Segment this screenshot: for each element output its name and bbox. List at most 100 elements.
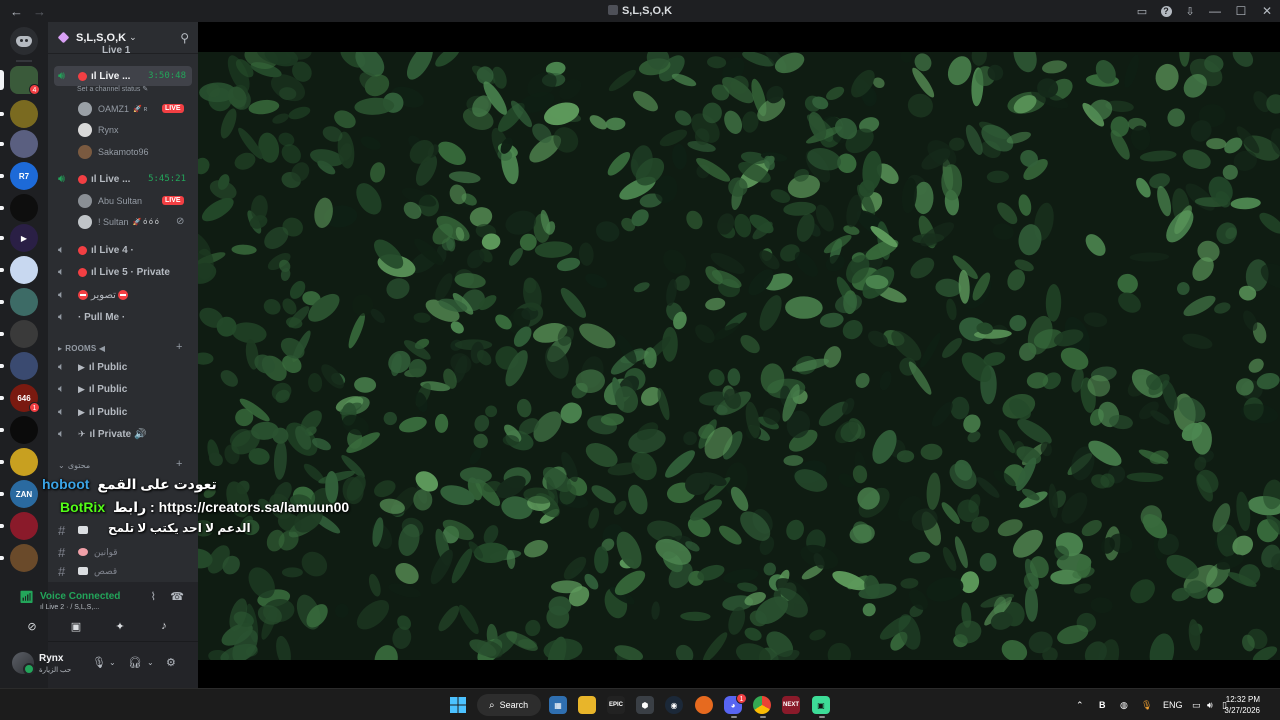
channel-name: ıl Private 🔊 (89, 428, 147, 440)
taskbar-search[interactable]: ⌕ Search (477, 694, 541, 716)
voice-channel-sub[interactable]: ıl Live 2 · / S,L,S,... (40, 604, 99, 611)
channel-name: ıl Public (88, 361, 128, 373)
volume-icon[interactable]: 🔊︎ (1207, 689, 1213, 720)
server-icon[interactable] (10, 130, 38, 158)
title-bar: ← → S,L,S,O,K ▭ ? ⇩ — ☐ ✕ (0, 0, 1280, 22)
windows-start-icon[interactable] (449, 696, 467, 714)
text-channel[interactable]: # (58, 521, 94, 539)
taskbar-clock[interactable]: 12:32 PM 3/27/2026 (1224, 694, 1260, 716)
channel-status[interactable]: Set a channel status ✎ (77, 85, 148, 93)
unread-indicator (0, 300, 4, 304)
channel-live3[interactable]: 🔊︎ ıl Live ... 5:45:21 (54, 169, 192, 189)
next-app-icon[interactable]: NEXT (782, 696, 800, 714)
play-icon: ▶ (78, 406, 85, 417)
settings-gear-icon[interactable]: ⚙ (166, 656, 176, 669)
voice-user[interactable]: ! Sultan 🚀 ó ó ó (78, 213, 159, 231)
server-icon[interactable] (10, 448, 38, 476)
server-icon[interactable] (10, 512, 38, 540)
server-icon[interactable] (10, 288, 38, 316)
voice-connected-label[interactable]: Voice Connected (40, 591, 120, 602)
stream-viewer[interactable] (198, 22, 1280, 688)
category-label: ROOMS ◀ (65, 343, 106, 353)
file-explorer-icon[interactable] (578, 696, 596, 714)
home-button[interactable] (10, 27, 38, 55)
voice-user[interactable]: Sakamoto96 (78, 143, 149, 161)
firefox-icon[interactable] (695, 696, 713, 714)
channel-live4[interactable]: 🔈︎ ıl Live 4 · (54, 240, 192, 260)
avatar[interactable] (12, 652, 35, 675)
server-icon[interactable] (10, 320, 38, 348)
channel-room[interactable]: 🔈︎ ▶ ıl Public (54, 357, 192, 377)
username[interactable]: Rynx (39, 653, 63, 664)
download-icon[interactable]: ⇩ (1178, 5, 1202, 18)
text-channel[interactable]: # قوانين (58, 543, 118, 561)
channel-room[interactable]: 🔈︎ ▶ ıl Public (54, 379, 192, 399)
camera-off-button[interactable]: ⊘ (18, 616, 46, 636)
server-icon[interactable] (10, 256, 38, 284)
server-notification-badge: 4 (29, 84, 40, 95)
disconnect-icon[interactable]: ☎ (170, 590, 184, 603)
tray-app-icon[interactable]: B (1099, 689, 1106, 720)
inbox-icon[interactable]: ▭ (1130, 5, 1154, 18)
chevron-down-icon[interactable]: ⌄ (147, 658, 154, 667)
maximize-button[interactable]: ☐ (1228, 4, 1254, 18)
user-status[interactable]: حب الزيارة (39, 666, 71, 674)
channel-live5[interactable]: 🔈︎ ıl Live 5 · Private (54, 262, 192, 282)
channel-photographer[interactable]: 🔈︎ تصوير (54, 285, 192, 305)
voice-user-name: Rynx (98, 125, 119, 135)
unread-indicator (0, 556, 4, 560)
channel-live1-partial[interactable]: Live 1 (54, 44, 192, 56)
activities-button[interactable]: ✦ (106, 616, 134, 636)
invite-icon[interactable]: ⚲ (180, 31, 189, 45)
tray-microphone-icon[interactable]: 🎙︎ (1141, 689, 1152, 720)
epic-games-icon[interactable]: EPIC (607, 696, 625, 714)
channel-name: قصص (94, 565, 118, 576)
user-panel: Rynx حب الزيارة 🎙︎ ⌄ 🎧︎ ⌄ ⚙ (12, 642, 198, 688)
server-icon[interactable]: ▶ (10, 224, 38, 252)
screen-share-button[interactable]: ▣ (62, 616, 90, 636)
channel-room-private[interactable]: 🔈︎ ✈ ıl Private 🔊 (54, 424, 192, 444)
forward-arrow-icon[interactable]: → (33, 4, 46, 19)
microphone-icon[interactable]: 🎙︎ (92, 656, 106, 669)
soundboard-button[interactable]: ♪ (150, 616, 178, 636)
channel-pullme[interactable]: 🔈︎ · Pull Me · (54, 307, 192, 327)
help-icon[interactable]: ? (1154, 5, 1178, 17)
android-app-icon[interactable]: ▣ (812, 696, 830, 714)
category-rooms[interactable]: ▸ ROOMS ◀ (58, 341, 105, 355)
server-icon[interactable] (10, 352, 38, 380)
noise-suppression-icon[interactable]: ⌇ (151, 590, 156, 603)
connection-signal-icon[interactable]: 📶︎ (19, 590, 34, 604)
voice-user[interactable]: Rynx (78, 121, 119, 139)
store-icon[interactable]: ▦ (549, 696, 567, 714)
server-icon[interactable] (10, 194, 38, 222)
display-icon[interactable]: ▭ (1192, 689, 1201, 720)
text-channel[interactable]: # قصص (58, 565, 117, 577)
server-icon[interactable]: R7 (10, 162, 38, 190)
avatar (78, 194, 92, 208)
minimize-button[interactable]: — (1202, 4, 1228, 18)
tray-network-app-icon[interactable]: ◍ (1120, 689, 1128, 720)
add-channel-icon[interactable]: + (176, 341, 182, 353)
add-channel-icon[interactable]: + (176, 458, 182, 470)
language-indicator[interactable]: ENG (1163, 689, 1183, 720)
chevron-down-icon[interactable]: ⌄ (109, 658, 116, 667)
voice-user[interactable]: OAMZ1 🚀 ʀ (78, 100, 147, 118)
server-icon[interactable] (10, 544, 38, 572)
steam-icon[interactable]: ◉ (665, 696, 683, 714)
headphones-icon[interactable]: 🎧︎ (128, 656, 142, 669)
category-content[interactable]: ⌄ محتوى (58, 458, 90, 472)
chrome-icon[interactable] (753, 696, 771, 714)
server-icon[interactable] (10, 100, 38, 128)
back-arrow-icon[interactable]: ← (10, 4, 23, 19)
voice-user[interactable]: Abu Sultan (78, 192, 142, 210)
close-button[interactable]: ✕ (1254, 4, 1280, 18)
server-icon[interactable]: ZAN (10, 480, 38, 508)
voice-user-tag: 🚀 ó ó ó (132, 219, 159, 226)
tray-overflow-icon[interactable]: ⌃ (1076, 689, 1084, 720)
search-label: Search (499, 700, 529, 710)
channel-live2[interactable]: 🔊︎ ıl Live ... 3:50:48 (54, 66, 192, 86)
app-cube-icon[interactable]: ⬢ (636, 696, 654, 714)
server-icon[interactable] (10, 416, 38, 444)
channel-room[interactable]: 🔈︎ ▶ ıl Public (54, 402, 192, 422)
overlay-username: hoboot (42, 476, 90, 492)
